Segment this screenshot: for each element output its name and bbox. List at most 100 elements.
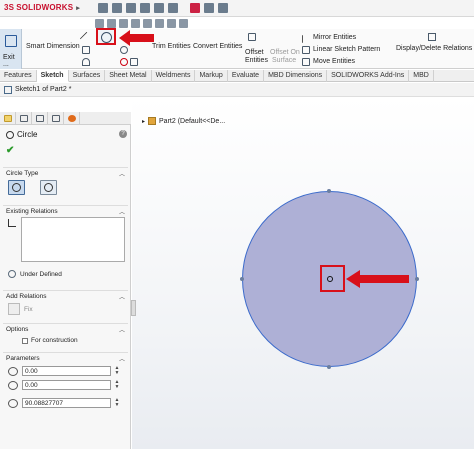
quick-access-toolbar xyxy=(98,3,228,13)
monitor-icon[interactable] xyxy=(179,18,188,28)
arc-icon[interactable] xyxy=(120,46,128,54)
ok-checkmark-button[interactable]: ✔ xyxy=(6,145,14,156)
sketch-icon xyxy=(4,86,12,94)
circle-handle-right[interactable] xyxy=(415,277,419,281)
tab-solidworks-add-ins[interactable]: SOLIDWORKS Add-Ins xyxy=(327,70,410,82)
perimeter-circle-icon xyxy=(44,183,53,192)
section-view-icon[interactable] xyxy=(107,18,116,28)
center-x-input[interactable]: 0.00 xyxy=(22,366,111,376)
section-circle-type[interactable]: Circle Type ︿ xyxy=(3,167,128,178)
tab-property-manager[interactable] xyxy=(0,112,16,125)
manager-tabs xyxy=(0,112,131,125)
display-delete-relations-button[interactable]: Display/Delete Relations xyxy=(396,45,472,52)
tab-features[interactable]: Features xyxy=(0,70,37,82)
solidworks-logo[interactable]: 3S SOLIDWORKS ▸ xyxy=(4,3,80,12)
offset-entities-label-2[interactable]: Entities xyxy=(245,57,268,64)
rebuild-icon[interactable] xyxy=(190,3,200,13)
convert-entities-button[interactable]: Convert Entities xyxy=(193,43,242,50)
radius-spinner[interactable]: ▲ ▼ xyxy=(114,398,120,408)
tab-sheet-metal[interactable]: Sheet Metal xyxy=(105,70,152,82)
section-existing-relations[interactable]: Existing Relations ︿ xyxy=(3,205,128,216)
collapse-chevron-icon[interactable]: ︿ xyxy=(119,292,125,301)
display-style-icon[interactable] xyxy=(119,18,128,28)
trim-entities-button[interactable]: Trim Entities xyxy=(152,43,191,50)
flyout-tree-node[interactable]: ▸ Part2 (Default<<De... xyxy=(142,117,225,125)
tab-mbd-dimensions[interactable]: MBD Dimensions xyxy=(264,70,328,82)
radius-input[interactable]: 90.08827707 xyxy=(22,398,111,408)
tab-display-manager[interactable] xyxy=(64,112,80,125)
view-settings-icon[interactable] xyxy=(167,18,176,28)
red-arrow-icon xyxy=(346,270,409,288)
circle-handle-left[interactable] xyxy=(240,277,244,281)
undo-icon[interactable] xyxy=(154,3,164,13)
center-y-input[interactable]: 0.00 xyxy=(22,380,111,390)
existing-relations-list[interactable] xyxy=(21,217,125,262)
collapse-chevron-icon[interactable]: ︿ xyxy=(119,169,125,178)
collapse-chevron-icon[interactable]: ︿ xyxy=(119,325,125,334)
center-x-spinner[interactable]: ▲ ▼ xyxy=(114,366,120,376)
offset-entities-label-1[interactable]: Offset xyxy=(245,49,264,56)
center-y-spinner[interactable]: ▲ ▼ xyxy=(114,380,120,390)
offset-entities-icon xyxy=(248,33,256,41)
line-icon[interactable] xyxy=(79,31,93,45)
for-construction-checkbox[interactable] xyxy=(22,338,28,344)
perimeter-circle-button[interactable] xyxy=(40,180,57,195)
panel-resize-handle[interactable] xyxy=(131,300,136,316)
appearance-icon[interactable] xyxy=(143,18,152,28)
circle-center-point[interactable] xyxy=(327,276,333,282)
circle-type-header: Circle Type xyxy=(6,170,39,177)
offset-on-surface-label-2[interactable]: Surface xyxy=(272,57,296,64)
save-icon[interactable] xyxy=(126,3,136,13)
file-properties-icon[interactable] xyxy=(204,3,214,13)
options-header: Options xyxy=(6,326,29,333)
options-gear-icon[interactable] xyxy=(218,3,228,13)
tab-evaluate[interactable]: Evaluate xyxy=(228,70,265,82)
offset-on-surface-label-1[interactable]: Offset On xyxy=(270,49,300,56)
add-relations-header: Add Relations xyxy=(6,293,47,300)
brand-prefix: 3S xyxy=(4,3,15,12)
tab-feature-tree[interactable] xyxy=(16,112,32,125)
spline-icon[interactable] xyxy=(130,58,138,66)
scene-icon[interactable] xyxy=(155,18,164,28)
fix-relation-button[interactable] xyxy=(8,303,20,315)
polygon-icon[interactable] xyxy=(120,58,128,66)
circle-handle-bottom[interactable] xyxy=(327,365,331,369)
collapse-chevron-icon[interactable]: ︿ xyxy=(119,207,125,216)
new-document-icon[interactable] xyxy=(98,3,108,13)
section-add-relations[interactable]: Add Relations ︿ xyxy=(3,290,128,301)
circle-icon xyxy=(6,130,14,139)
move-entities-button[interactable]: Move Entities xyxy=(313,58,355,65)
help-icon[interactable]: ? xyxy=(119,130,127,138)
circle-tool-button[interactable] xyxy=(96,28,116,45)
open-icon[interactable] xyxy=(112,3,122,13)
center-x-icon xyxy=(8,367,18,376)
exit-sketch-button[interactable]: Exit ... xyxy=(0,29,22,69)
hide-show-icon[interactable] xyxy=(131,18,140,28)
mirror-entities-button[interactable]: Mirror Entities xyxy=(313,34,356,41)
definition-status-label: Under Defined xyxy=(20,270,62,278)
section-parameters[interactable]: Parameters ︿ xyxy=(3,352,128,363)
select-icon[interactable] xyxy=(168,3,178,13)
tab-dimxpert[interactable] xyxy=(48,112,64,125)
linear-sketch-pattern-button[interactable]: Linear Sketch Pattern xyxy=(313,46,380,53)
circle-handle-top[interactable] xyxy=(327,189,331,193)
tab-sketch[interactable]: Sketch xyxy=(36,70,69,82)
tab-markup[interactable]: Markup xyxy=(195,70,228,82)
view-orient-icon[interactable] xyxy=(95,18,104,28)
section-options[interactable]: Options ︿ xyxy=(3,323,128,334)
info-icon xyxy=(8,270,16,278)
smart-dimension-button[interactable]: Smart Dimension xyxy=(26,43,80,50)
print-icon[interactable] xyxy=(140,3,150,13)
rectangle-icon[interactable] xyxy=(82,46,90,54)
slot-icon[interactable] xyxy=(82,58,90,66)
menu-arrow-icon[interactable]: ▸ xyxy=(76,5,80,12)
tab-weldments[interactable]: Weldments xyxy=(152,70,196,82)
tab-surfaces[interactable]: Surfaces xyxy=(69,70,106,82)
center-circle-button[interactable] xyxy=(8,180,25,195)
expand-arrow-icon[interactable]: ▸ xyxy=(142,118,145,125)
tab-mbd[interactable]: MBD xyxy=(409,70,434,82)
collapse-chevron-icon[interactable]: ︿ xyxy=(119,354,125,363)
tab-config-manager[interactable] xyxy=(32,112,48,125)
mirror-icon xyxy=(302,35,310,43)
feature-tree-icon xyxy=(20,115,28,122)
